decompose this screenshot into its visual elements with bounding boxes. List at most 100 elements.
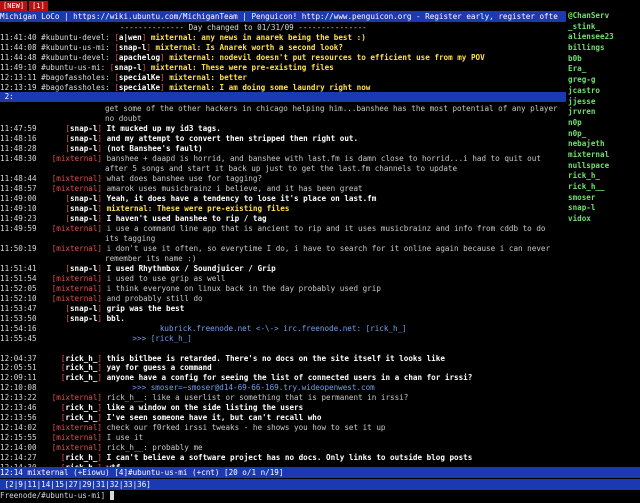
nick: mixternal bbox=[56, 423, 98, 433]
nick-list: @ChanServ _stink_ aliensee23 billings b0b Era… bbox=[568, 11, 640, 223]
nick: snap-l bbox=[69, 203, 98, 213]
timestamp: 11:44:08 bbox=[0, 43, 37, 52]
message-text: its tagging bbox=[105, 233, 156, 243]
message-text: this bitlbee is retarded. There's no doc… bbox=[106, 353, 445, 363]
message-text: mixternal: Is Anarek worth a second look… bbox=[155, 43, 343, 52]
nick-item[interactable]: n0p_ bbox=[568, 129, 640, 140]
message-text: rick_h__: probably me bbox=[106, 443, 203, 453]
timestamp: 11:49:10 bbox=[0, 63, 37, 72]
nick-item[interactable]: rick_h__ bbox=[568, 182, 640, 193]
nick-item[interactable]: rick_h_ bbox=[568, 171, 640, 182]
message-text: what does banshee use for tagging? bbox=[106, 173, 263, 183]
message-text: mixternal: better bbox=[169, 73, 247, 82]
channel-name: #bagofassholes: bbox=[41, 83, 110, 92]
message-text: >>> smoser=~smoser@d14-69-66-169.try.wid… bbox=[105, 383, 375, 393]
nick: mixternal bbox=[56, 223, 98, 233]
message-text: mixternal: nodevil doesn't put resources… bbox=[169, 53, 485, 62]
message-text: banshee + daapd is horrid, and banshee w… bbox=[106, 153, 541, 163]
nick-item[interactable]: mixternal bbox=[568, 150, 640, 161]
channel-name: #kubuntu-devel: bbox=[41, 33, 110, 42]
message-text: mixternal: These were pre-existing files bbox=[150, 63, 334, 72]
nick-item[interactable]: jcastro bbox=[568, 86, 640, 97]
timestamp: 11:44:48 bbox=[0, 53, 37, 62]
nick: rick_h_ bbox=[65, 353, 98, 363]
window-tabs: [NEW] [1] bbox=[0, 0, 640, 11]
message-text: I used Rhythmbox / Soundjuicer / Grip bbox=[106, 263, 276, 273]
message-text: like a window on the side listing the us… bbox=[106, 403, 304, 413]
activity-bar: [2|9|11|14|15|27|29|31|32|33|36] bbox=[0, 479, 640, 490]
message-text: i used to use grip as well bbox=[106, 273, 226, 283]
nick-item[interactable]: vidox bbox=[568, 214, 640, 225]
status-bar: 12:14 mixternal (+Eiowu) [4]#ubuntu-us-m… bbox=[0, 467, 640, 478]
input-prompt: Freenode/#ubuntu-us-mi] bbox=[0, 491, 110, 500]
nick-item[interactable]: Era_ bbox=[568, 64, 640, 75]
nick-item[interactable]: smoser bbox=[568, 193, 640, 204]
split-divider[interactable]: 2: bbox=[0, 92, 566, 102]
cursor bbox=[109, 491, 115, 500]
message-text: i use a command line app that is ancient… bbox=[106, 223, 546, 233]
message-text: It mucked up my id3 tags. bbox=[106, 123, 221, 133]
message-text: yay for guess a command bbox=[106, 363, 212, 373]
nick: snap-l bbox=[69, 263, 98, 273]
nick-item[interactable]: aliensee23 bbox=[568, 32, 640, 43]
message-text: i think everyone on linux back in the da… bbox=[106, 283, 381, 293]
nick: snap-l bbox=[69, 193, 98, 203]
nick-item[interactable]: @ChanServ bbox=[568, 11, 640, 22]
nick: mixternal bbox=[56, 273, 98, 283]
nick: snap-l bbox=[69, 303, 98, 313]
nick-item[interactable]: n0p bbox=[568, 118, 640, 129]
nick: a|wen bbox=[118, 33, 142, 42]
nick-item[interactable]: billings bbox=[568, 43, 640, 54]
message-text: amarok uses musicbrainz i believe, and i… bbox=[106, 183, 363, 193]
nick-item[interactable]: nebajeth bbox=[568, 139, 640, 150]
nick: rick_h_ bbox=[65, 453, 98, 463]
timestamp: 11:41:40 bbox=[0, 33, 37, 42]
nick: rick_h_ bbox=[65, 403, 98, 413]
message-text: after 5 songs and start it back up just … bbox=[105, 163, 458, 173]
nick: mixternal bbox=[56, 243, 98, 253]
nick-item[interactable]: snap-l bbox=[568, 203, 640, 214]
nick: mixternal bbox=[56, 433, 98, 443]
channel-topic: Michigan LoCo | https://wiki.ubuntu.com/… bbox=[0, 11, 566, 22]
nick: snap-l bbox=[114, 63, 142, 72]
channel-name: #kubuntu-us-mi: bbox=[41, 43, 110, 52]
message-text: (not Banshee's fault) bbox=[106, 143, 203, 153]
nick: rick_h_ bbox=[65, 413, 98, 423]
nick-item[interactable]: _stink_ bbox=[568, 22, 640, 33]
nick: mixternal bbox=[56, 173, 98, 183]
tab-1[interactable]: [1] bbox=[29, 1, 48, 11]
nick: snap-l bbox=[69, 143, 98, 153]
message-text: mixternal: any news in anarek being the … bbox=[150, 33, 366, 42]
timestamp: 12:13:19 bbox=[0, 83, 37, 92]
nick-item[interactable]: jrvren bbox=[568, 107, 640, 118]
message-text: Yeah, it does have a tendency to lose it… bbox=[106, 193, 377, 203]
nick: snap-l bbox=[69, 313, 98, 323]
message-text: i don't use it often, so everytime I do,… bbox=[106, 243, 551, 253]
message-text: kubrick.freenode.net <-\-> irc.freenode.… bbox=[105, 323, 407, 333]
nick: mixternal bbox=[56, 153, 98, 163]
nick: specialKe bbox=[118, 73, 161, 82]
message-text: mixternal: These were pre-existing files bbox=[106, 203, 290, 213]
nick: mixternal bbox=[56, 393, 98, 403]
channel-name: #kubuntu-devel: bbox=[41, 53, 110, 62]
message-text: rick_h__: like a userlist or something t… bbox=[106, 393, 409, 403]
message-text: mixternal: I am doing some laundry right… bbox=[169, 83, 371, 92]
message-text: and my attempt to convert then stripped … bbox=[106, 133, 359, 143]
message-text: and probably still do bbox=[106, 293, 203, 303]
tab-new[interactable]: [NEW] bbox=[0, 1, 28, 11]
input-line[interactable]: Freenode/#ubuntu-us-mi] bbox=[0, 490, 640, 503]
nick-item[interactable]: jjesse bbox=[568, 97, 640, 108]
nick: snap-l bbox=[118, 43, 147, 52]
channel-name: #ubuntu-us-mi: bbox=[41, 63, 106, 72]
message-text: get some of the other hackers in chicago… bbox=[105, 104, 558, 113]
nick: mixternal bbox=[56, 283, 98, 293]
message-text: no doubt bbox=[105, 113, 142, 123]
message-text: bbl. bbox=[106, 313, 125, 323]
nick-item[interactable]: greg-g bbox=[568, 75, 640, 86]
nick-item[interactable]: b0b bbox=[568, 54, 640, 65]
nick: snap-l bbox=[69, 123, 98, 133]
message-text: check our f0rked irssi tweaks - he shows… bbox=[106, 423, 386, 433]
nick: snap-l bbox=[69, 133, 98, 143]
timestamp: 12:13:11 bbox=[0, 73, 37, 82]
nick-item[interactable]: nullspace bbox=[568, 161, 640, 172]
